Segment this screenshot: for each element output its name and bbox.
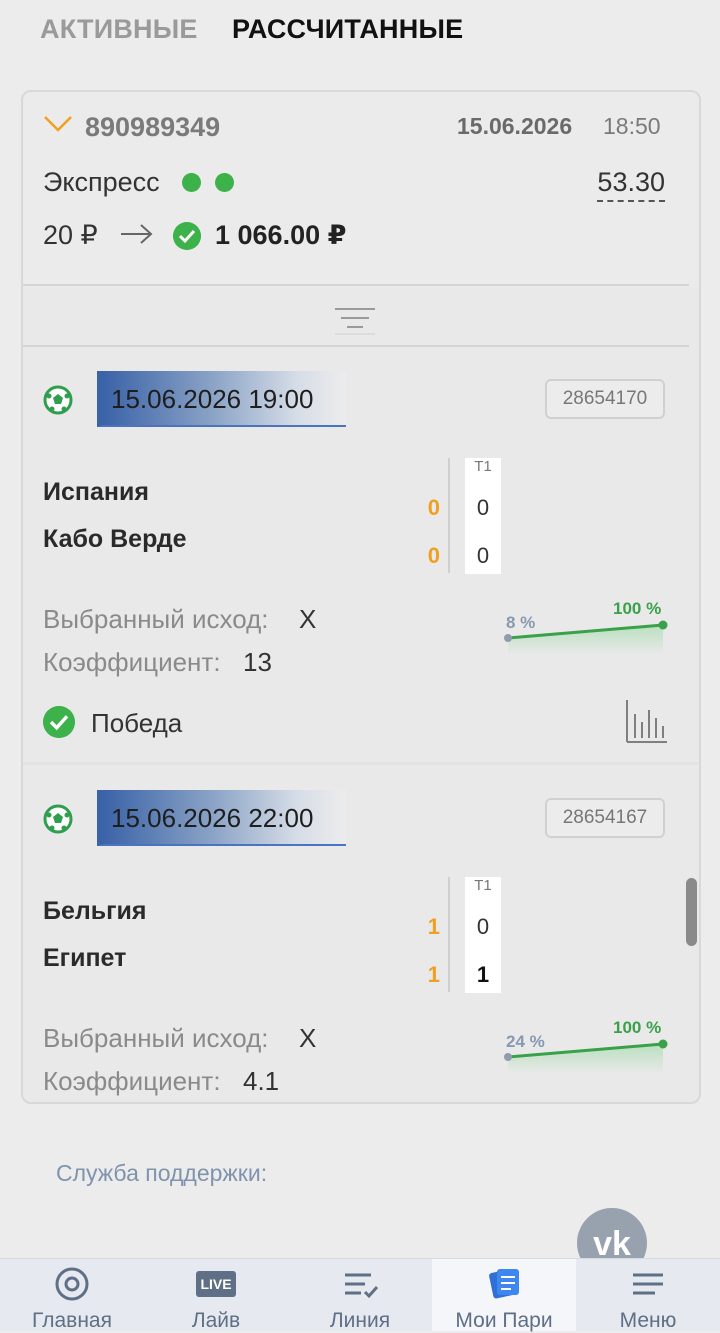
bet-date: 15.06.2026 [457, 113, 573, 139]
team-away: Египет [43, 944, 127, 972]
score-divider [448, 458, 450, 573]
period-scores: Т1 0 1 [465, 877, 501, 993]
arrow-right-icon [121, 224, 153, 244]
live-icon: LIVE [196, 1271, 236, 1297]
outcome-value: X [299, 1023, 317, 1053]
line-icon [345, 1273, 379, 1299]
nav-menu[interactable]: Меню [576, 1259, 720, 1332]
nav-label: Меню [619, 1309, 677, 1332]
soccer-ball-icon [43, 385, 73, 415]
bet-payout: 1 066.00 ₽ [215, 220, 347, 250]
soccer-ball-icon [43, 804, 73, 834]
period-score-home: 0 [476, 495, 490, 520]
nav-label: Мои Пари [455, 1309, 553, 1332]
coefficient-label: Коэффициент: [43, 647, 221, 677]
team-away: Кабо Верде [43, 525, 187, 553]
score-home: 1 [427, 914, 440, 939]
menu-icon [633, 1273, 663, 1295]
event-datetime: 15.06.2026 19:00 [97, 371, 346, 427]
score-away: 1 [427, 962, 440, 987]
nav-label: Лайв [191, 1309, 241, 1332]
bet-type: Экспресс [43, 167, 160, 197]
trend-chart [504, 1039, 668, 1074]
nav-line[interactable]: Линия [288, 1259, 432, 1332]
period-label: Т1 [474, 458, 492, 475]
divider [23, 345, 689, 347]
score-away: 0 [427, 543, 440, 568]
coefficient-value: 13 [243, 647, 272, 677]
chevron-down-icon[interactable] [43, 114, 73, 134]
nav-live[interactable]: LIVE Лайв [144, 1259, 288, 1332]
outcome-label: Выбранный исход: [43, 604, 269, 634]
period-score-away: 1 [476, 962, 490, 987]
score-home: 0 [427, 495, 440, 520]
home-icon [55, 1267, 89, 1301]
bottom-nav: Главная LIVE Лайв Линия Мои Пари Меню [0, 1258, 720, 1332]
event-result: Победа [91, 708, 183, 738]
bet-time: 18:50 [603, 113, 661, 139]
check-circle-icon [173, 222, 201, 250]
scrollbar[interactable] [686, 878, 697, 946]
score-divider [448, 877, 450, 992]
event-separator [23, 762, 699, 765]
my-bets-icon [489, 1269, 519, 1299]
bet-number: 890989349 [85, 112, 221, 142]
bet-card: 890989349 15.06.2026 18:50 Экспресс 53.3… [21, 90, 701, 1104]
check-circle-icon [43, 706, 75, 738]
coefficient-label: Коэффициент: [43, 1066, 221, 1096]
period-scores: Т1 0 0 [465, 458, 501, 574]
event-datetime: 15.06.2026 22:00 [97, 790, 346, 846]
statistics-icon[interactable] [625, 700, 667, 744]
win-dot [182, 173, 201, 192]
event-id[interactable]: 28654170 [545, 379, 665, 419]
period-score-away: 0 [476, 543, 490, 568]
period-score-home: 0 [476, 914, 490, 939]
bet-coefficient[interactable]: 53.30 [597, 167, 665, 202]
nav-label: Линия [329, 1309, 391, 1332]
period-label: Т1 [474, 877, 492, 894]
trend-chart [504, 620, 668, 655]
nav-my-bets[interactable]: Мои Пари [432, 1259, 576, 1332]
tab-active-bets[interactable]: АКТИВНЫЕ [40, 14, 198, 45]
tab-settled-bets[interactable]: РАССЧИТАННЫЕ [232, 14, 463, 45]
outcome-label: Выбранный исход: [43, 1023, 269, 1053]
team-home: Испания [43, 478, 149, 506]
event-id[interactable]: 28654167 [545, 798, 665, 838]
team-home: Бельгия [43, 897, 147, 925]
nav-label: Главная [32, 1309, 112, 1332]
coefficient-value: 4.1 [243, 1066, 280, 1096]
nav-home[interactable]: Главная [0, 1259, 144, 1332]
divider [23, 284, 689, 286]
win-dot [215, 173, 234, 192]
filter-icon[interactable] [335, 305, 375, 335]
support-label: Служба поддержки: [56, 1160, 268, 1186]
bet-stake: 20 ₽ [43, 220, 98, 250]
outcome-value: X [299, 604, 317, 634]
